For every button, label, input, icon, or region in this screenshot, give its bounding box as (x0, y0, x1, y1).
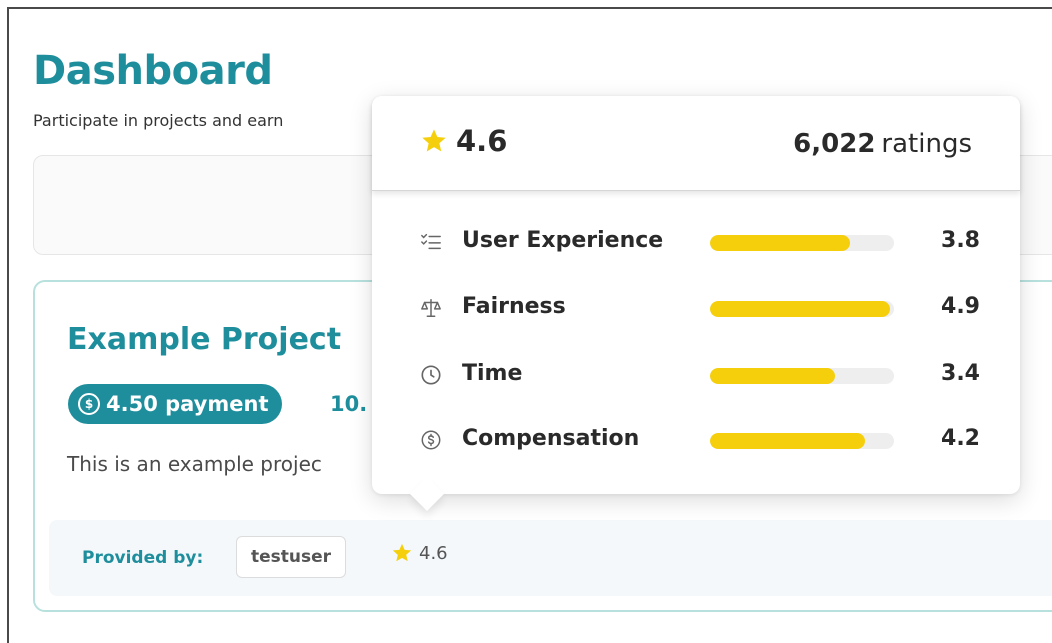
list-check-icon (421, 233, 441, 250)
ratings-count-number: 6,022 (793, 129, 876, 159)
rating-row-label: Fairness (462, 294, 566, 319)
payment-label: 4.50 payment (106, 392, 269, 416)
duration-badge: 10. (330, 392, 368, 416)
ratings-count: 6,022 ratings (793, 129, 972, 159)
rating-row-label: Time (462, 361, 523, 386)
rating-row-fairness: Fairness 4.9 (420, 291, 980, 325)
scale-icon (421, 299, 441, 317)
overall-rating: 4.6 (420, 124, 507, 158)
rating-row-user-experience: User Experience 3.8 (420, 225, 980, 259)
rating-popover: 4.6 6,022 ratings User Experience 3.8 Fai… (372, 96, 1020, 511)
rating-row-value: 4.2 (941, 426, 980, 451)
rating-bar-fill (710, 433, 865, 449)
rating-bar (710, 301, 894, 317)
rating-row-value: 4.9 (941, 294, 980, 319)
project-rating[interactable]: 4.6 (391, 542, 448, 564)
project-title[interactable]: Example Project (67, 322, 341, 357)
overall-rating-value: 4.6 (456, 124, 508, 158)
project-rating-value: 4.6 (419, 542, 448, 564)
rating-bar (710, 235, 894, 251)
page-subtitle: Participate in projects and earn (33, 111, 284, 130)
rating-row-value: 3.8 (941, 228, 980, 253)
star-icon (392, 543, 412, 562)
rating-row-label: Compensation (462, 426, 640, 451)
dollar-icon: $ (78, 393, 100, 415)
project-footer: Provided by: testuser 4.6 (49, 520, 1052, 596)
page-title: Dashboard (33, 48, 273, 94)
rating-bar-fill (710, 368, 836, 384)
payment-badge: $ 4.50 payment (68, 384, 283, 424)
ratings-count-suffix: ratings (881, 129, 972, 159)
rating-row-label: User Experience (462, 228, 664, 253)
provided-by-label: Provided by: (82, 548, 204, 568)
rating-row-compensation: Compensation 4.2 (420, 423, 980, 457)
rating-row-time: Time 3.4 (420, 358, 980, 392)
clock-icon (421, 365, 441, 385)
rating-bar (710, 368, 894, 384)
provider-chip[interactable]: testuser (236, 536, 347, 578)
popover-header: 4.6 6,022 ratings (372, 96, 1020, 191)
star-icon (422, 129, 446, 152)
project-description: This is an example projec (67, 452, 322, 476)
dollar-circle-icon (421, 430, 441, 450)
rating-bar-fill (710, 301, 891, 317)
rating-row-value: 3.4 (941, 361, 980, 386)
rating-bar-fill (710, 235, 850, 251)
rating-bar (710, 433, 894, 449)
